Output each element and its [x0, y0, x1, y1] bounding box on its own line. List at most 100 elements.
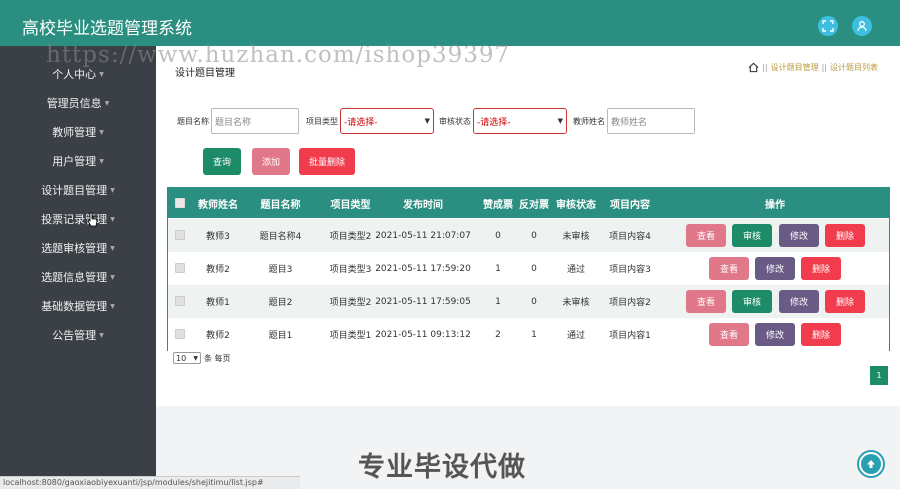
top-bar: 高校毕业选题管理系统 — [0, 0, 900, 46]
sidebar-item-admin-info[interactable]: 管理员信息 ▼ — [0, 92, 156, 114]
title-input[interactable]: 题目名称 — [211, 108, 299, 134]
sidebar-item-user[interactable]: 用户管理 ▼ — [0, 150, 156, 172]
row-checkbox[interactable] — [175, 230, 185, 240]
type-select-value: -请选择- — [344, 117, 378, 128]
caret-down-icon: ▼ — [110, 244, 115, 252]
search-button[interactable]: 查询 — [203, 148, 241, 175]
col-header: 教师姓名 — [198, 199, 238, 211]
view-button[interactable]: 查看 — [686, 290, 726, 313]
filter-title: 题目名称 题目名称 — [177, 108, 299, 134]
breadcrumb: || 设计题目管理 || 设计题目列表 — [748, 62, 878, 73]
cell-no: 0 — [531, 230, 537, 241]
col-header: 操作 — [765, 199, 785, 211]
edit-button[interactable]: 修改 — [779, 290, 819, 313]
breadcrumb-separator: || — [821, 63, 827, 72]
status-select[interactable]: -请选择- ▼ — [473, 108, 567, 134]
sidebar-item-topic-audit[interactable]: 选题审核管理 ▼ — [0, 237, 156, 259]
sidebar-item-design-topic[interactable]: 设计题目管理 ▼ — [0, 179, 156, 201]
user-button[interactable] — [852, 16, 872, 36]
cell-yes: 0 — [495, 230, 501, 241]
page-size-suffix: 条 每页 — [204, 353, 231, 363]
chevron-down-icon: ▼ — [557, 117, 563, 125]
cell-status: 通过 — [566, 331, 585, 341]
cell-title: 题目1 — [268, 331, 293, 341]
sidebar-item-basic-data[interactable]: 基础数据管理 ▼ — [0, 295, 156, 317]
edit-button[interactable]: 修改 — [755, 257, 795, 280]
teacher-input[interactable]: 教师姓名 — [607, 108, 695, 134]
table-row: 教师2 题目3 项目类型3 2021-05-11 17:59:20 1 0 通过… — [168, 252, 889, 285]
cell-time: 2021-05-11 21:07:07 — [375, 230, 471, 241]
arrow-up-icon — [861, 454, 881, 474]
cell-time: 2021-05-11 09:13:12 — [375, 329, 471, 340]
cell-yes: 1 — [495, 263, 501, 274]
expand-icon — [822, 20, 834, 32]
breadcrumb-separator: || — [762, 63, 768, 72]
page-size-select[interactable]: 10 ▼ — [173, 352, 201, 364]
page-size-value: 10 — [176, 353, 187, 363]
sidebar-item-label: 设计题目管理 — [41, 184, 108, 197]
type-label: 项目类型 — [306, 116, 338, 126]
cell-title: 题目3 — [268, 265, 293, 275]
add-button[interactable]: 添加 — [252, 148, 290, 175]
cell-teacher: 教师2 — [206, 331, 230, 341]
delete-button[interactable]: 删除 — [801, 323, 841, 346]
cell-yes: 2 — [495, 329, 501, 340]
app-title: 高校毕业选题管理系统 — [22, 19, 192, 39]
cell-content: 项目内容1 — [609, 331, 651, 341]
table-row: 教师1 题目2 项目类型2 2021-05-11 17:59:05 1 0 未审… — [168, 285, 889, 318]
breadcrumb-item[interactable]: 设计题目管理 — [771, 62, 819, 73]
view-button[interactable]: 查看 — [686, 224, 726, 247]
row-checkbox[interactable] — [175, 329, 185, 339]
select-all-checkbox[interactable] — [175, 198, 185, 208]
cell-teacher: 教师1 — [206, 298, 230, 308]
col-header: 项目内容 — [610, 199, 650, 211]
home-icon[interactable] — [748, 62, 759, 73]
fullscreen-button[interactable] — [818, 16, 838, 36]
back-to-top-button[interactable] — [857, 450, 885, 478]
cell-teacher: 教师3 — [206, 232, 230, 242]
view-button[interactable]: 查看 — [709, 257, 749, 280]
col-header: 审核状态 — [556, 199, 596, 211]
delete-button[interactable]: 删除 — [825, 290, 865, 313]
row-checkbox[interactable] — [175, 296, 185, 306]
caret-down-icon: ▼ — [99, 157, 104, 165]
pagination: 10 ▼ 条 每页 — [173, 352, 231, 364]
col-header: 反对票 — [519, 199, 549, 211]
sidebar-item-label: 教师管理 — [52, 126, 97, 139]
sidebar-item-label: 个人中心 — [52, 68, 97, 81]
view-button[interactable]: 查看 — [709, 323, 749, 346]
sidebar-item-label: 用户管理 — [52, 155, 97, 168]
sidebar-item-topic-info[interactable]: 选题信息管理 ▼ — [0, 266, 156, 288]
cell-status: 通过 — [566, 265, 585, 275]
sidebar-item-vote-record[interactable]: 投票记录管理 ▼ — [0, 208, 156, 230]
sidebar-item-label: 公告管理 — [52, 329, 97, 342]
sidebar: 个人中心 ▼ 管理员信息 ▼ 教师管理 ▼ 用户管理 ▼ 设计题目管理 ▼ 投票记录管理 ▼… — [0, 46, 156, 489]
filter-status: 审核状态 -请选择- ▼ — [439, 108, 567, 134]
teacher-label: 教师姓名 — [573, 116, 605, 126]
col-header: 题目名称 — [260, 199, 301, 211]
edit-button[interactable]: 修改 — [779, 224, 819, 247]
sidebar-item-teacher[interactable]: 教师管理 ▼ — [0, 121, 156, 143]
sidebar-item-notice[interactable]: 公告管理 ▼ — [0, 324, 156, 346]
row-checkbox[interactable] — [175, 263, 185, 273]
col-header: 发布时间 — [403, 199, 443, 211]
cell-yes: 1 — [495, 296, 501, 307]
topic-table: 教师姓名 题目名称 项目类型 发布时间 赞成票 反对票 审核状态 项目内容 操作… — [167, 187, 890, 351]
caret-down-icon: ▼ — [99, 331, 104, 339]
cell-no: 0 — [531, 296, 537, 307]
edit-button[interactable]: 修改 — [755, 323, 795, 346]
cell-content: 项目内容3 — [609, 265, 651, 275]
breadcrumb-item[interactable]: 设计题目列表 — [830, 62, 878, 73]
batch-delete-button[interactable]: 批量删除 — [299, 148, 355, 175]
sidebar-item-label: 管理员信息 — [46, 97, 102, 110]
audit-button[interactable]: 审核 — [732, 224, 772, 247]
cell-title: 题目名称4 — [259, 232, 302, 242]
cell-status: 未审核 — [562, 232, 590, 242]
delete-button[interactable]: 删除 — [825, 224, 865, 247]
audit-button[interactable]: 审核 — [732, 290, 772, 313]
table-row: 教师2 题目1 项目类型1 2021-05-11 09:13:12 2 1 通过… — [168, 318, 889, 351]
type-select[interactable]: -请选择- ▼ — [340, 108, 434, 134]
page-number-button[interactable]: 1 — [870, 366, 888, 385]
delete-button[interactable]: 删除 — [801, 257, 841, 280]
chevron-down-icon: ▼ — [193, 354, 198, 362]
